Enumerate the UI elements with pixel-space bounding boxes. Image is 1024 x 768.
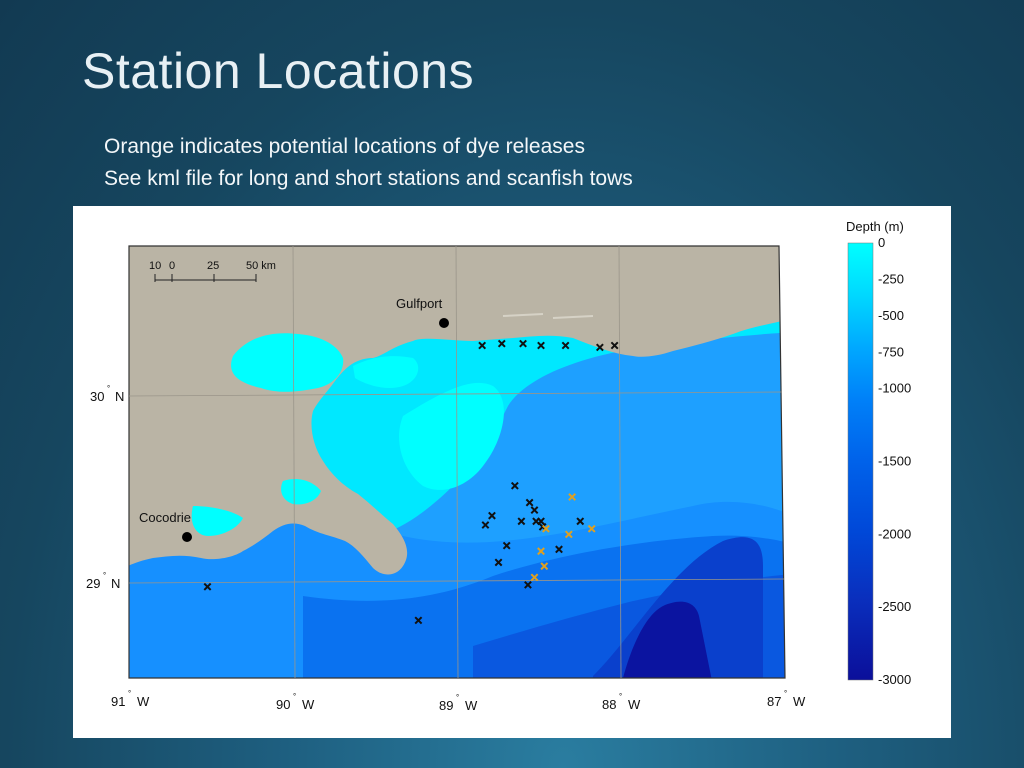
map-figure: 10 0 25 50 km Gulfport Cocodrie 30 ° N 2… — [73, 206, 951, 738]
scale-label-50km: 50 km — [246, 260, 276, 272]
lon-labels: 91 ° W 90 ° W 89 ° W 88 ° W 87 ° W — [111, 689, 806, 713]
colorbar-title: Depth (m) — [846, 219, 904, 234]
lat-30-hemi: N — [115, 389, 124, 404]
lon-90-hemi: W — [302, 697, 315, 712]
svg-text:°: ° — [619, 692, 622, 701]
lon-90-value: 90 — [276, 697, 290, 712]
city-label-cocodrie: Cocodrie — [139, 510, 191, 525]
colorbar-tick-label: 0 — [878, 235, 885, 250]
colorbar-tick-label: -2500 — [878, 599, 911, 614]
colorbar-tick-label: -750 — [878, 344, 904, 359]
lon-89-value: 89 — [439, 698, 453, 713]
lon-87-value: 87 — [767, 694, 781, 709]
lat-29-hemi: N — [111, 576, 120, 591]
lat-labels: 30 ° N 29 ° N — [86, 384, 124, 591]
svg-text:°: ° — [103, 571, 106, 580]
colorbar-tick-label: -1000 — [878, 381, 911, 396]
lon-88-hemi: W — [628, 697, 641, 712]
colorbar-tick-label: -3000 — [878, 672, 911, 687]
map-svg: 10 0 25 50 km Gulfport Cocodrie 30 ° N 2… — [86, 219, 911, 713]
svg-text:°: ° — [293, 692, 296, 701]
svg-text:°: ° — [784, 689, 787, 698]
svg-text:°: ° — [456, 693, 459, 702]
lon-87-hemi: W — [793, 694, 806, 709]
city-label-gulfport: Gulfport — [396, 296, 443, 311]
lat-30-value: 30 — [90, 389, 104, 404]
scale-label-10: 10 — [149, 260, 161, 272]
colorbar-tick-label: -250 — [878, 271, 904, 286]
subtitle-line-1: Orange indicates potential locations of … — [104, 135, 585, 158]
lon-88-value: 88 — [602, 697, 616, 712]
colorbar-scale — [847, 242, 874, 681]
depth-colorbar: Depth (m) 0 -250 -500 -750 -1000 -1500 -2000 -2… — [846, 219, 911, 687]
scale-label-0: 0 — [169, 260, 175, 272]
lon-91-value: 91 — [111, 694, 125, 709]
scale-label-25: 25 — [207, 260, 219, 272]
subtitle-line-2: See kml file for long and short stations… — [104, 167, 633, 190]
lat-29-value: 29 — [86, 576, 100, 591]
colorbar-tick-label: -2000 — [878, 526, 911, 541]
slide-title: Station Locations — [82, 43, 475, 99]
lon-89-hemi: W — [465, 698, 478, 713]
lon-91-hemi: W — [137, 694, 150, 709]
svg-text:°: ° — [128, 689, 131, 698]
colorbar-tick-label: -500 — [878, 308, 904, 323]
colorbar-tick-label: -1500 — [878, 454, 911, 469]
svg-text:°: ° — [107, 384, 110, 393]
